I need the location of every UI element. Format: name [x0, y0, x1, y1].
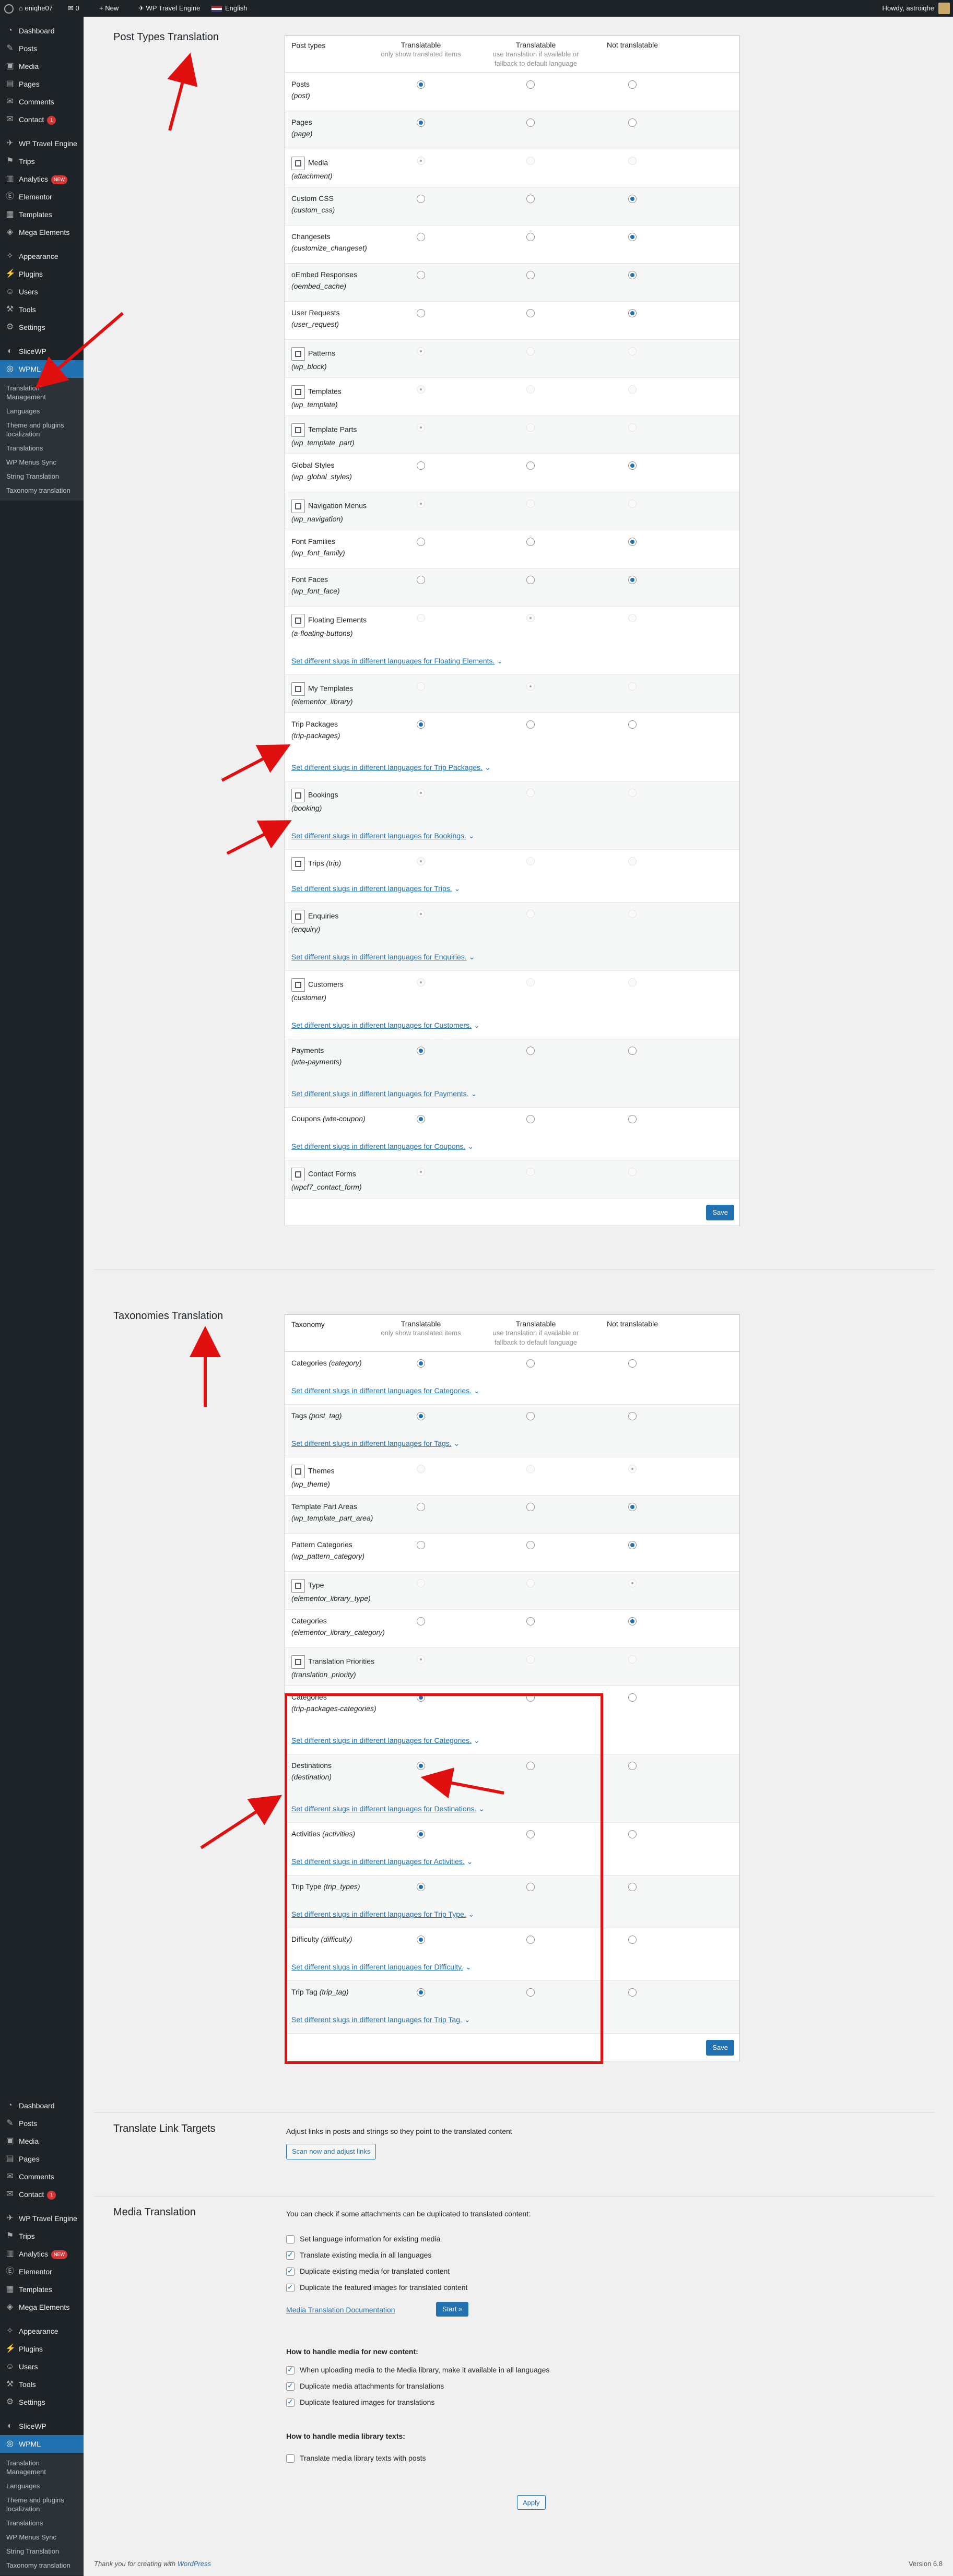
arrow-destinations — [420, 1767, 504, 1799]
annotation-arrows — [35, 53, 504, 1849]
footer-version: Version 6.8 — [908, 2560, 943, 2568]
arrow-post-types — [167, 53, 198, 131]
footer-thanks: Thank you for creating with WordPress — [94, 2560, 211, 2568]
arrow-highlight-box — [200, 1795, 283, 1849]
arrow-wpml-menu — [35, 312, 124, 389]
arrow-bookings — [226, 820, 292, 855]
wordpress-link[interactable]: WordPress — [178, 2560, 211, 2568]
arrow-trip-packages — [221, 744, 291, 782]
